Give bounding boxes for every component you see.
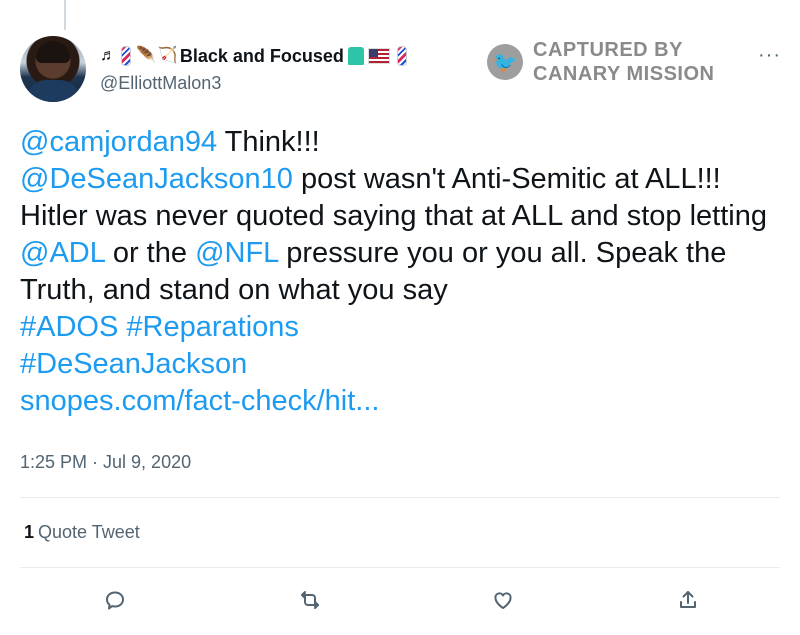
mention-link[interactable]: @camjordan94 — [20, 126, 217, 158]
url-link[interactable]: snopes.com/fact-check/hit... — [20, 385, 379, 417]
like-button[interactable] — [481, 578, 525, 622]
tweet-text-segment: Think!!! — [217, 126, 320, 158]
hashtag-link[interactable]: #DeSeanJackson — [20, 348, 247, 380]
retweet-icon — [301, 591, 319, 609]
thread-line — [64, 0, 66, 30]
canary-mission-watermark: 🐦 CAPTURED BY CANARY MISSION — [487, 38, 714, 86]
author-display-name[interactable]: Black and Focused — [180, 46, 344, 67]
us-flag-icon — [367, 48, 390, 64]
tweet-text: @camjordan94 Think!!! @DeSeanJackson10 po… — [20, 124, 780, 420]
reply-button[interactable] — [93, 578, 137, 622]
statue-of-liberty-icon — [347, 47, 364, 65]
barber-pole-icon — [121, 46, 131, 66]
quote-label: Quote Tweet — [38, 522, 140, 542]
hashtag-link[interactable]: #ADOS — [20, 311, 118, 343]
share-icon — [680, 591, 696, 608]
avatar[interactable] — [20, 36, 86, 102]
retweet-button[interactable] — [288, 578, 332, 622]
music-note-icon: ♬ — [100, 47, 116, 64]
tweet-text-segment: or the — [104, 237, 196, 269]
like-icon — [494, 592, 512, 609]
author-handle[interactable]: @ElliottMalon3 — [100, 73, 221, 94]
quote-count: 1 — [24, 522, 35, 542]
avatar-shirt — [26, 80, 80, 102]
mention-link[interactable]: @NFL — [195, 237, 278, 269]
divider — [20, 497, 780, 498]
reply-icon — [106, 591, 124, 610]
avatar-hair — [36, 41, 70, 63]
watermark-line-1: CAPTURED BY — [533, 39, 683, 61]
author-name-row[interactable]: ♬ 🪶 🏹 Black and Focused — [100, 44, 410, 68]
hashtag-link[interactable]: #Reparations — [126, 311, 299, 343]
tweet-timestamp[interactable]: 1:25 PM · Jul 9, 2020 — [20, 452, 191, 473]
barber-pole-icon — [396, 46, 407, 66]
more-options-icon[interactable]: ··· — [758, 44, 781, 67]
feather-icon: 🪶 — [136, 47, 156, 64]
action-bar — [20, 578, 780, 622]
quote-tweets-stat[interactable]: 1 Quote Tweet — [24, 522, 140, 543]
watermark-text: CAPTURED BY CANARY MISSION — [533, 38, 714, 86]
divider — [20, 567, 780, 568]
mention-link[interactable]: @DeSeanJackson10 — [20, 163, 293, 195]
share-button[interactable] — [666, 578, 710, 622]
bow-and-arrow-icon: 🏹 — [157, 47, 178, 64]
canary-bird-icon: 🐦 — [487, 44, 523, 80]
watermark-line-2: CANARY MISSION — [533, 63, 715, 85]
mention-link[interactable]: @ADL — [20, 237, 105, 269]
